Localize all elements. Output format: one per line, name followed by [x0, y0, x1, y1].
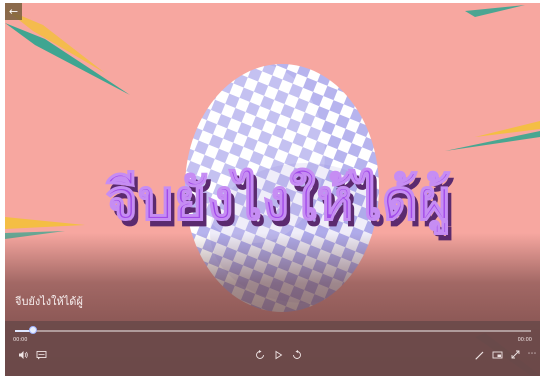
current-time: 00:00: [13, 337, 28, 343]
more-button[interactable]: ⋯: [526, 349, 538, 359]
speaker-icon: [18, 351, 28, 359]
fullscreen-button[interactable]: [509, 350, 521, 363]
rewind-button[interactable]: [254, 350, 266, 363]
seek-thumb[interactable]: [29, 326, 38, 334]
miniplayer-button[interactable]: [491, 350, 503, 363]
captions-icon: [36, 351, 46, 360]
video-title: จีบยังไงให้ได้ผู้: [15, 295, 83, 308]
pencil-icon: [475, 351, 483, 360]
back-button[interactable]: ←: [5, 3, 22, 20]
forward-button[interactable]: [290, 350, 302, 363]
fullscreen-icon: [511, 350, 519, 359]
mini-view-icon: [492, 351, 502, 359]
play-button[interactable]: [272, 350, 284, 363]
back-arrow-icon: ←: [8, 5, 19, 18]
captions-button[interactable]: [35, 350, 47, 363]
forward-30-icon: [292, 350, 301, 359]
title-overlay: จีบยังไงให้ได้ผู้: [105, 167, 451, 235]
edit-button[interactable]: [473, 350, 485, 363]
play-icon: [275, 350, 282, 360]
more-icon: ⋯: [527, 349, 537, 359]
volume-button[interactable]: [17, 350, 29, 363]
seek-bar[interactable]: [15, 326, 531, 334]
video-player[interactable]: จีบยังไงให้ได้ผู้ จีบยังไงให้ได้ผู้ ← จี…: [5, 3, 540, 376]
rewind-10-icon: [255, 350, 264, 359]
total-time: 00:00: [517, 337, 532, 343]
